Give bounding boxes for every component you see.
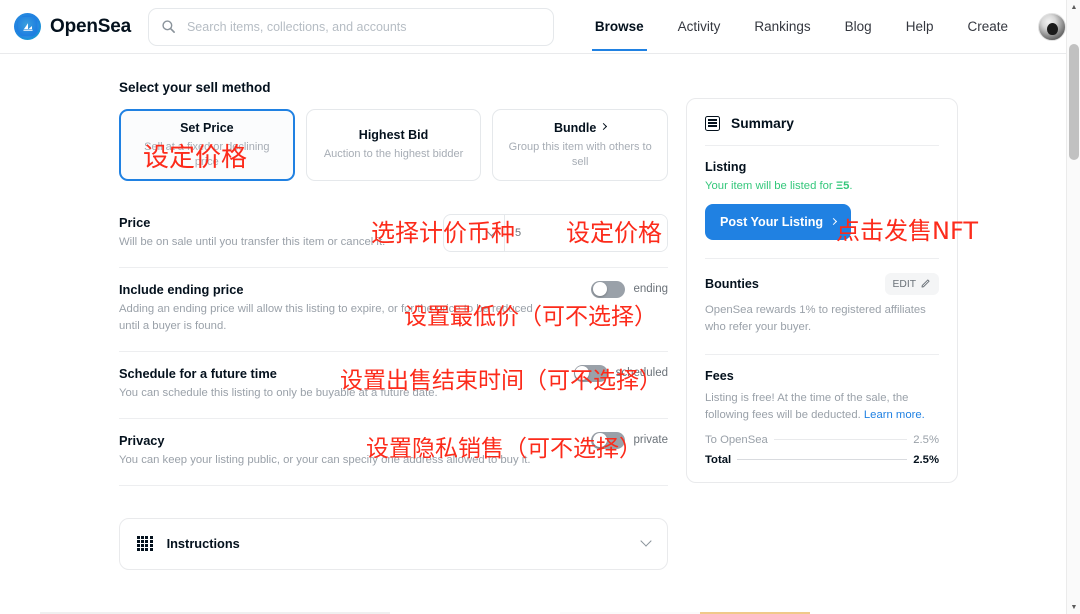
method-title-highest-bid: Highest Bid	[358, 128, 429, 143]
sell-form-column: Select your sell method Set Price Sell a…	[119, 80, 669, 570]
method-card-bundle[interactable]: Bundle Group this item with others to se…	[492, 109, 669, 181]
privacy-controls: private	[591, 431, 668, 449]
fees-description-group: Listing is free! At the time of the sale…	[705, 390, 939, 424]
nav-item-blog[interactable]: Blog	[845, 2, 872, 51]
post-listing-label: Post Your Listing	[720, 215, 824, 229]
instructions-accordion[interactable]: Instructions	[119, 517, 668, 570]
opensea-sailboat-logo	[14, 13, 41, 40]
brand-name: OpenSea	[50, 15, 131, 37]
fee-row-total: Total 2.5%	[705, 454, 939, 466]
fee-row-opensea: To OpenSea 2.5%	[705, 434, 939, 446]
summary-divider-3	[705, 353, 939, 355]
method-title-bundle: Bundle	[554, 120, 597, 135]
form-row-privacy: Privacy You can keep your listing public…	[119, 419, 668, 486]
chevron-down-icon	[486, 226, 497, 236]
ending-price-toggle[interactable]	[591, 280, 626, 298]
privacy-label: Privacy	[119, 432, 165, 448]
page-content: Select your sell method Set Price Sell a…	[0, 54, 1066, 614]
form-row-price: Price Will be on sale until you transfer…	[119, 201, 668, 268]
method-card-highest-bid[interactable]: Highest Bid Auction to the highest bidde…	[305, 109, 482, 181]
schedule-toggle[interactable]	[573, 364, 608, 382]
fees-title: Fees	[705, 368, 734, 383]
form-row-schedule: Schedule for a future time You can sched…	[119, 352, 668, 419]
schedule-toggle-label: scheduled	[615, 367, 668, 380]
brand-logo-group[interactable]: OpenSea	[14, 13, 131, 40]
fee-label-total: Total	[705, 453, 732, 466]
fee-leader-line	[773, 438, 908, 440]
summary-title: Summary	[731, 115, 794, 131]
method-title-bundle-row: Bundle	[554, 120, 608, 135]
scroll-up-arrow[interactable]: ▲	[1067, 0, 1080, 14]
price-control-group	[443, 214, 668, 252]
scrollbar-thumb[interactable]	[1069, 44, 1079, 160]
bounties-edit-button[interactable]: EDIT	[884, 273, 939, 295]
method-subtitle-highest-bid: Auction to the highest bidder	[323, 148, 464, 161]
summary-list-icon	[705, 115, 720, 131]
search-bar[interactable]	[147, 7, 554, 46]
search-icon	[161, 19, 176, 34]
ending-price-description: Adding an ending price will allow this l…	[119, 302, 533, 332]
form-row-ending-price: Include ending price Adding an ending pr…	[119, 268, 668, 352]
browser-viewport: OpenSea Browse Activity Rankings Blog He…	[0, 0, 1080, 614]
privacy-description: You can keep your listing public, or you…	[119, 453, 531, 466]
chevron-right-icon	[600, 123, 608, 131]
nav-item-create[interactable]: Create	[967, 2, 1008, 51]
method-card-set-price[interactable]: Set Price Sell at a fixed or declining p…	[119, 109, 295, 181]
listing-status-text: Your item will be listed for Ξ5.	[705, 180, 939, 192]
currency-select[interactable]	[444, 215, 505, 251]
post-listing-button[interactable]: Post Your Listing	[705, 204, 852, 240]
nav-item-rankings[interactable]: Rankings	[754, 2, 810, 51]
nav-item-activity[interactable]: Activity	[678, 2, 721, 51]
sell-method-title: Select your sell method	[119, 80, 271, 95]
fees-learn-more-link[interactable]: Learn more.	[864, 409, 925, 421]
grid-icon	[137, 535, 153, 552]
site-header: OpenSea Browse Activity Rankings Blog He…	[0, 0, 1066, 54]
page-scrollbar[interactable]: ▲ ▼	[1066, 0, 1080, 614]
summary-panel: Summary Listing Your item will be listed…	[686, 98, 958, 483]
ending-price-toggle-label: ending	[633, 283, 668, 296]
listing-amount: Ξ5	[835, 180, 850, 192]
summary-divider-2	[705, 258, 939, 259]
search-input[interactable]	[186, 19, 553, 34]
bounties-title: Bounties	[705, 277, 759, 291]
listing-title: Listing	[705, 160, 747, 174]
bounties-description: OpenSea rewards 1% to registered affilia…	[705, 304, 926, 333]
fee-value-opensea: 2.5%	[913, 433, 939, 446]
instructions-label: Instructions	[166, 536, 240, 552]
bounties-header: Bounties EDIT	[705, 273, 939, 295]
sell-method-cards: Set Price Sell at a fixed or declining p…	[119, 109, 669, 181]
ending-price-controls: ending	[591, 280, 668, 298]
ending-price-label: Include ending price	[119, 281, 244, 297]
nav-item-help[interactable]: Help	[906, 2, 934, 51]
chevron-right-icon	[830, 217, 838, 225]
main-nav: Browse Activity Rankings Blog Help Creat…	[578, 2, 1066, 51]
price-controls	[443, 214, 668, 252]
schedule-controls: scheduled	[573, 364, 668, 382]
fee-label-opensea: To OpenSea	[705, 433, 768, 446]
schedule-description: You can schedule this listing to only be…	[119, 386, 438, 399]
nav-item-browse[interactable]: Browse	[591, 2, 647, 51]
method-subtitle-bundle: Group this item with others to sell	[508, 140, 652, 168]
sell-form-rows: Price Will be on sale until you transfer…	[119, 201, 668, 486]
scroll-down-arrow[interactable]: ▼	[1067, 600, 1080, 614]
fee-leader-line-total	[737, 458, 908, 460]
summary-header: Summary	[705, 99, 939, 143]
chevron-down-icon	[640, 535, 652, 547]
bounties-edit-label: EDIT	[892, 278, 916, 290]
price-amount-input[interactable]	[505, 215, 667, 251]
privacy-toggle-label: private	[633, 434, 668, 447]
user-avatar[interactable]	[1038, 12, 1066, 41]
privacy-toggle[interactable]	[591, 431, 626, 449]
listing-text-prefix: Your item will be listed for	[705, 180, 836, 192]
method-subtitle-set-price: Sell at a fixed or declining price	[144, 140, 270, 168]
listing-text-suffix: .	[849, 180, 853, 192]
pencil-icon	[921, 278, 931, 291]
fee-value-total: 2.5%	[913, 453, 939, 466]
summary-divider-1	[705, 145, 939, 146]
method-title-set-price: Set Price	[180, 120, 234, 135]
summary-column: Summary Listing Your item will be listed…	[686, 98, 958, 483]
